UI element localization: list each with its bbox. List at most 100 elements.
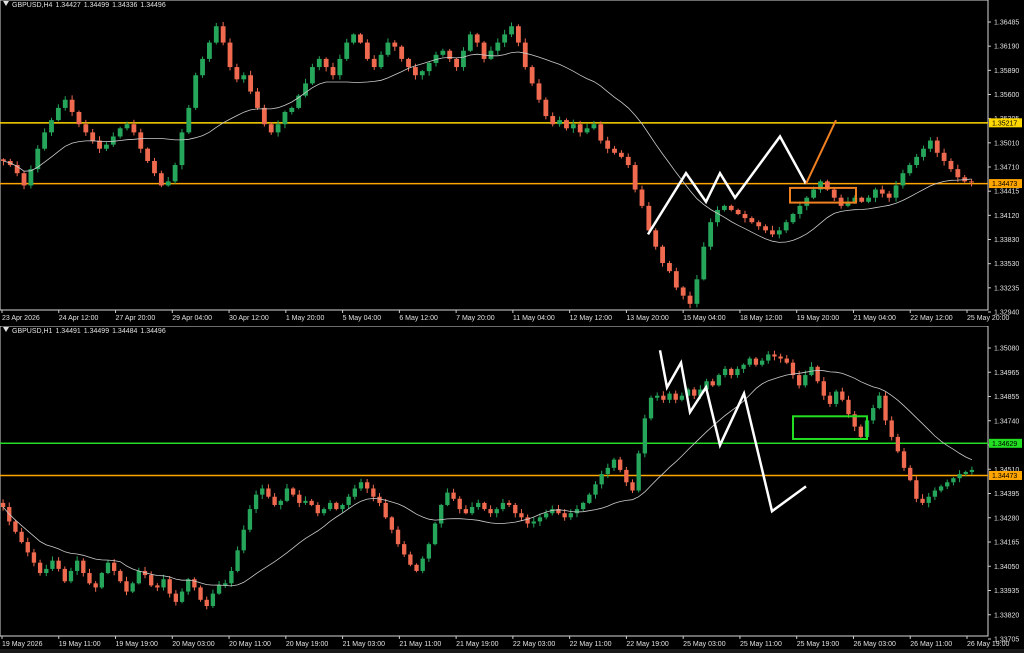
candle-down xyxy=(261,107,267,125)
price-axis-label: 1.34710 xyxy=(994,165,1019,172)
candle-down xyxy=(728,205,734,210)
candle-down xyxy=(969,181,974,183)
time-axis-label: 30 Apr 12:00 xyxy=(229,315,269,322)
candle-down xyxy=(859,197,865,202)
candle-up xyxy=(207,42,212,59)
candle-down xyxy=(93,583,98,588)
candle-up xyxy=(951,478,956,483)
h1-chart-panel[interactable]: GBPUSD,H1 1.34491 1.34499 1.34484 1.34496 1.… xyxy=(0,326,1024,649)
candle-down xyxy=(513,504,518,514)
candle-up xyxy=(327,502,333,510)
time-axis-label: 24 Apr 12:00 xyxy=(59,315,99,322)
candle-down xyxy=(152,160,157,174)
candle-up xyxy=(99,573,104,588)
time-axis-label: 23 Apr 2026 xyxy=(2,315,40,322)
candle-down xyxy=(673,271,679,288)
candle-up xyxy=(926,496,931,503)
candle-down xyxy=(25,542,30,553)
candle-down xyxy=(13,521,18,532)
candle-down xyxy=(138,132,144,149)
candle-up xyxy=(346,496,351,505)
candle-up xyxy=(253,494,259,510)
candle-down xyxy=(796,375,802,386)
candle-down xyxy=(630,482,635,491)
candle-up xyxy=(494,509,499,514)
candle-up xyxy=(186,107,192,133)
candle-down xyxy=(414,564,419,571)
projection-arrow xyxy=(805,119,837,185)
candle-down xyxy=(451,492,456,499)
candle-up xyxy=(642,418,648,454)
candle-down xyxy=(145,148,151,161)
candle-up xyxy=(352,488,357,497)
candle-up xyxy=(213,26,219,43)
candle-up xyxy=(833,391,839,404)
candle-up xyxy=(385,42,391,55)
candle-up xyxy=(432,523,438,545)
candle-up xyxy=(68,570,74,582)
candle-up xyxy=(574,509,580,514)
candle-down xyxy=(383,502,388,518)
candle-down xyxy=(790,362,796,376)
candle-up xyxy=(476,502,481,508)
candle-down xyxy=(272,496,277,505)
candle-up xyxy=(439,504,444,524)
candle-up xyxy=(344,42,350,59)
candle-down xyxy=(772,354,777,357)
time-axis-label: 22 May 11:00 xyxy=(570,641,612,648)
time-axis-label: 13 May 20:00 xyxy=(626,315,669,322)
candle-up xyxy=(426,62,432,72)
time-axis-label: 25 May 03:00 xyxy=(683,641,726,648)
candle-up xyxy=(420,558,425,571)
time-axis-label: 20 May 19:00 xyxy=(286,641,329,648)
candle-up xyxy=(722,368,728,376)
time-axis-label: 12 May 12:00 xyxy=(570,315,613,322)
price-axis-label: 1.35010 xyxy=(994,140,1019,147)
candle-up xyxy=(42,132,48,149)
candle-down xyxy=(821,381,826,396)
price-axis-label: 1.34050 xyxy=(994,564,1019,571)
candle-up xyxy=(721,205,727,210)
time-axis-label: 26 May 11:00 xyxy=(910,641,952,648)
candle-down xyxy=(519,513,524,518)
candle-down xyxy=(742,214,748,219)
candle-up xyxy=(440,50,446,55)
candle-down xyxy=(406,58,411,68)
candle-up xyxy=(957,474,962,479)
candle-down xyxy=(234,67,240,80)
time-axis-label: 19 May 19:00 xyxy=(116,641,159,648)
candle-down xyxy=(413,67,418,76)
candle-up xyxy=(557,120,562,125)
candle-down xyxy=(827,395,833,404)
candle-down xyxy=(389,517,395,530)
time-axis-label: 6 May 12:00 xyxy=(399,315,438,322)
candle-up xyxy=(502,34,508,43)
candle-up xyxy=(531,521,536,524)
candle-up xyxy=(605,467,610,475)
h4-chart-panel[interactable]: GBPUSD,H4 1.34427 1.34499 1.34336 1.34496 1.… xyxy=(0,0,1024,322)
candle-up xyxy=(488,50,494,59)
candle-up xyxy=(44,568,49,574)
h1-chart-canvas[interactable]: 1.350801.349651.348551.347401.346251.345… xyxy=(0,326,1024,649)
candle-up xyxy=(790,214,796,223)
candle-down xyxy=(660,246,665,264)
price-axis-label: 1.33235 xyxy=(994,285,1019,292)
candle-down xyxy=(624,469,629,483)
time-axis-label: 26 May 03:00 xyxy=(853,641,896,648)
candle-down xyxy=(131,124,137,133)
candle-up xyxy=(963,471,968,475)
candle-up xyxy=(735,368,740,376)
candle-down xyxy=(83,124,89,133)
candle-up xyxy=(716,375,722,386)
candle-down xyxy=(729,368,734,376)
level-price-label: 1.35217 xyxy=(992,120,1017,127)
candle-up xyxy=(321,509,327,514)
candle-up xyxy=(797,205,803,215)
candle-down xyxy=(0,502,6,508)
candle-up xyxy=(938,486,944,491)
candle-down xyxy=(536,83,542,100)
time-axis-label: 27 Apr 20:00 xyxy=(116,315,156,322)
candle-down xyxy=(488,509,493,514)
candle-down xyxy=(90,132,96,141)
h4-chart-canvas[interactable]: 1.364851.361901.358901.356001.353051.350… xyxy=(0,0,1024,322)
